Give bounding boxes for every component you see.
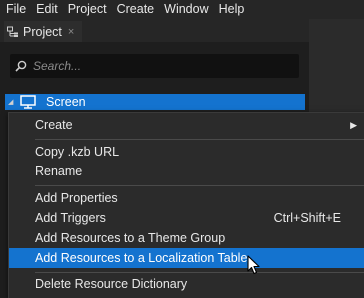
menu-project[interactable]: Project (63, 0, 112, 19)
menu-item-add-to-theme-group[interactable]: Add Resources to a Theme Group (9, 228, 364, 248)
menu-separator (35, 272, 364, 273)
menu-separator (35, 139, 364, 140)
menu-item-delete-resource-dictionary-label: Delete Resource Dictionary (35, 277, 188, 291)
menu-item-add-properties-label: Add Properties (35, 191, 118, 205)
menu-item-add-triggers-label: Add Triggers (35, 211, 106, 225)
mouse-cursor-icon (247, 255, 260, 275)
menu-item-create[interactable]: Create ▶ (9, 115, 364, 135)
submenu-arrow-icon: ▶ (350, 119, 357, 130)
tree-item-screen[interactable]: ◢ Screen (5, 94, 305, 110)
menu-separator (35, 185, 364, 186)
tab-close-icon[interactable]: × (68, 26, 74, 38)
expand-arrow-icon[interactable]: ◢ (8, 98, 18, 106)
menu-item-delete-resource-dictionary[interactable]: Delete Resource Dictionary (9, 274, 364, 294)
menu-item-add-triggers[interactable]: Add Triggers Ctrl+Shift+E (9, 208, 364, 228)
menu-item-create-label: Create (35, 118, 73, 132)
panel-tab-row: Project × (0, 19, 309, 42)
search-icon (15, 60, 27, 72)
menu-window[interactable]: Window (159, 0, 213, 19)
menu-item-rename[interactable]: Rename (9, 161, 364, 181)
tree-item-label: Screen (46, 95, 86, 109)
menu-edit[interactable]: Edit (31, 0, 63, 19)
menu-file[interactable]: File (0, 0, 31, 19)
tab-project[interactable]: Project × (4, 21, 82, 42)
menu-item-add-to-localization-table[interactable]: Add Resources to a Localization Table (9, 248, 364, 268)
shortcut-label: Ctrl+Shift+E (273, 211, 341, 225)
project-panel-icon (7, 26, 18, 37)
menu-help[interactable]: Help (214, 0, 250, 19)
menu-item-add-to-theme-group-label: Add Resources to a Theme Group (35, 231, 226, 245)
menu-item-add-to-localization-table-label: Add Resources to a Localization Table (35, 251, 248, 265)
menu-item-add-properties[interactable]: Add Properties (9, 188, 364, 208)
tab-project-label: Project (23, 24, 62, 39)
menu-item-copy-kzb-url[interactable]: Copy .kzb URL (9, 142, 364, 162)
context-menu: Create ▶ Copy .kzb URL Rename Add Proper… (8, 112, 364, 298)
search-box[interactable] (10, 54, 299, 78)
menu-bar: File Edit Project Create Window Help (0, 0, 364, 19)
screen-monitor-icon (20, 95, 36, 109)
search-input[interactable] (33, 59, 273, 73)
menu-create[interactable]: Create (112, 0, 160, 19)
menu-item-rename-label: Rename (35, 164, 83, 178)
menu-item-copy-kzb-url-label: Copy .kzb URL (35, 145, 120, 159)
